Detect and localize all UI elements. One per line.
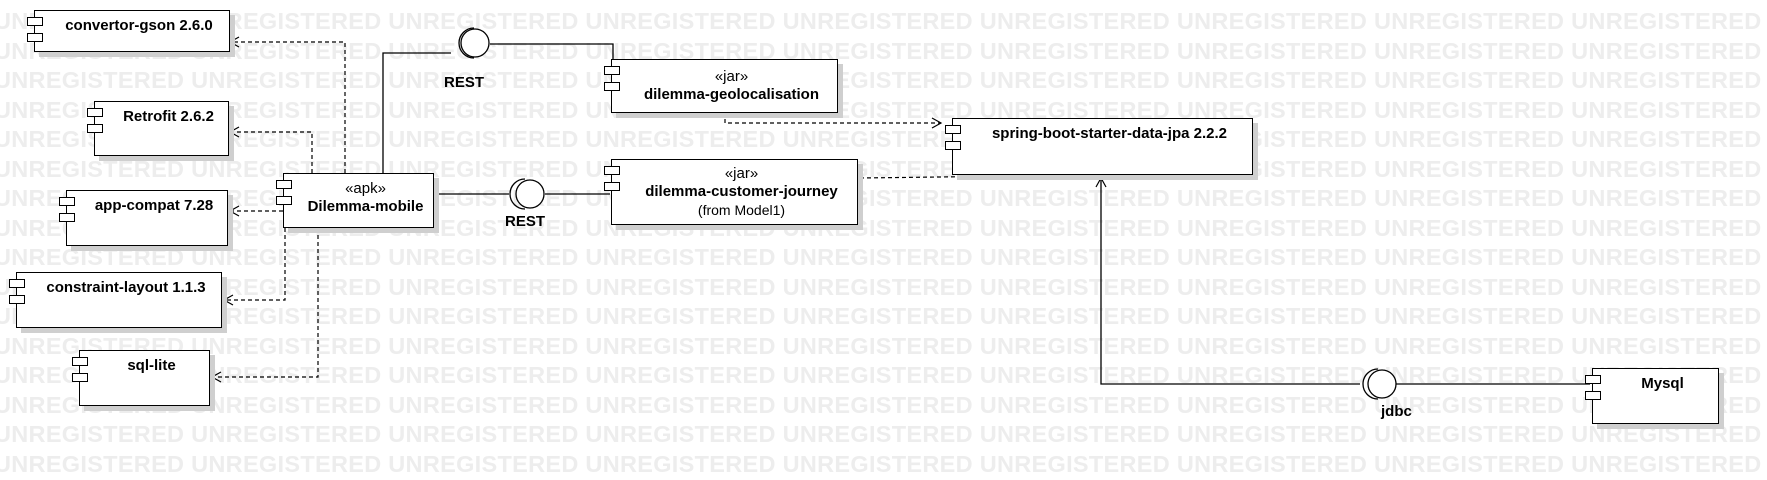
component-dilemma-geolocalisation[interactable]: «jar» dilemma-geolocalisation — [604, 59, 838, 113]
component-icon — [87, 124, 103, 133]
component-icon — [87, 108, 103, 117]
component-constraint-layout[interactable]: constraint-layout 1.1.3 — [9, 272, 222, 328]
line-mobile-rest-top — [382, 52, 451, 180]
component-icon — [945, 141, 961, 150]
component-icon — [9, 279, 25, 288]
component-icon — [72, 357, 88, 366]
component-retrofit[interactable]: Retrofit 2.6.2 — [87, 101, 229, 156]
component-name: Retrofit 2.6.2 — [123, 108, 214, 125]
component-icon — [945, 125, 961, 134]
component-icon — [604, 66, 620, 75]
component-name: Dilemma-mobile — [307, 198, 424, 215]
dependency-geo-spring — [724, 112, 943, 129]
component-icon — [59, 197, 75, 206]
component-stereotype: «apk» — [345, 180, 386, 197]
component-stereotype: «jar» — [724, 165, 759, 182]
component-dilemma-customer-journey[interactable]: «jar» dilemma-customer-journey (from Mod… — [604, 159, 858, 225]
component-app-compat[interactable]: app-compat 7.28 — [59, 190, 228, 246]
interface-label-rest-mid: REST — [505, 213, 546, 230]
component-icon — [27, 17, 43, 26]
component-name: Mysql — [1641, 375, 1684, 392]
component-icon — [9, 295, 25, 304]
dependency-journey-spring — [859, 174, 1099, 179]
component-icon — [604, 166, 620, 175]
dependency-mobile-constraint — [222, 228, 286, 306]
jdbc-provided — [1367, 369, 1397, 399]
component-icon — [276, 196, 292, 205]
component-name: dilemma-geolocalisation — [643, 86, 820, 103]
dependency-mobile-gson — [228, 36, 346, 180]
line-jdbc-spring — [1095, 176, 1360, 385]
component-name: dilemma-customer-journey — [645, 183, 838, 200]
component-name: constraint-layout 1.1.3 — [46, 279, 206, 296]
component-icon — [72, 373, 88, 382]
component-icon — [604, 82, 620, 91]
component-mysql[interactable]: Mysql — [1585, 368, 1719, 424]
component-name: convertor-gson 2.6.0 — [65, 17, 213, 34]
component-sql-lite[interactable]: sql-lite — [72, 350, 210, 406]
component-icon — [1585, 391, 1601, 400]
component-icon — [604, 182, 620, 191]
component-dilemma-mobile[interactable]: «apk» Dilemma-mobile — [276, 173, 434, 228]
dependency-mobile-sqllite — [210, 228, 319, 383]
component-convertor-gson[interactable]: convertor-gson 2.6.0 — [27, 10, 230, 52]
component-stereotype: «jar» — [714, 68, 749, 85]
interface-label-jdbc: jdbc — [1381, 403, 1412, 420]
component-name: sql-lite — [127, 357, 176, 374]
component-name: app-compat 7.28 — [94, 197, 214, 214]
component-icon — [1585, 375, 1601, 384]
line-geo-rest-top — [490, 43, 614, 60]
component-name: spring-boot-starter-data-jpa 2.2.2 — [991, 125, 1228, 142]
component-icon — [27, 33, 43, 42]
interface-label-rest-top: REST — [444, 74, 485, 91]
component-origin: (from Model1) — [697, 202, 786, 218]
rest-mid-provided — [515, 179, 545, 209]
component-icon — [276, 180, 292, 189]
rest-top-provided — [460, 28, 490, 58]
component-spring-boot-starter-data-jpa[interactable]: spring-boot-starter-data-jpa 2.2.2 — [945, 118, 1253, 175]
connector-lines — [210, 27, 1590, 400]
component-icon — [59, 213, 75, 222]
